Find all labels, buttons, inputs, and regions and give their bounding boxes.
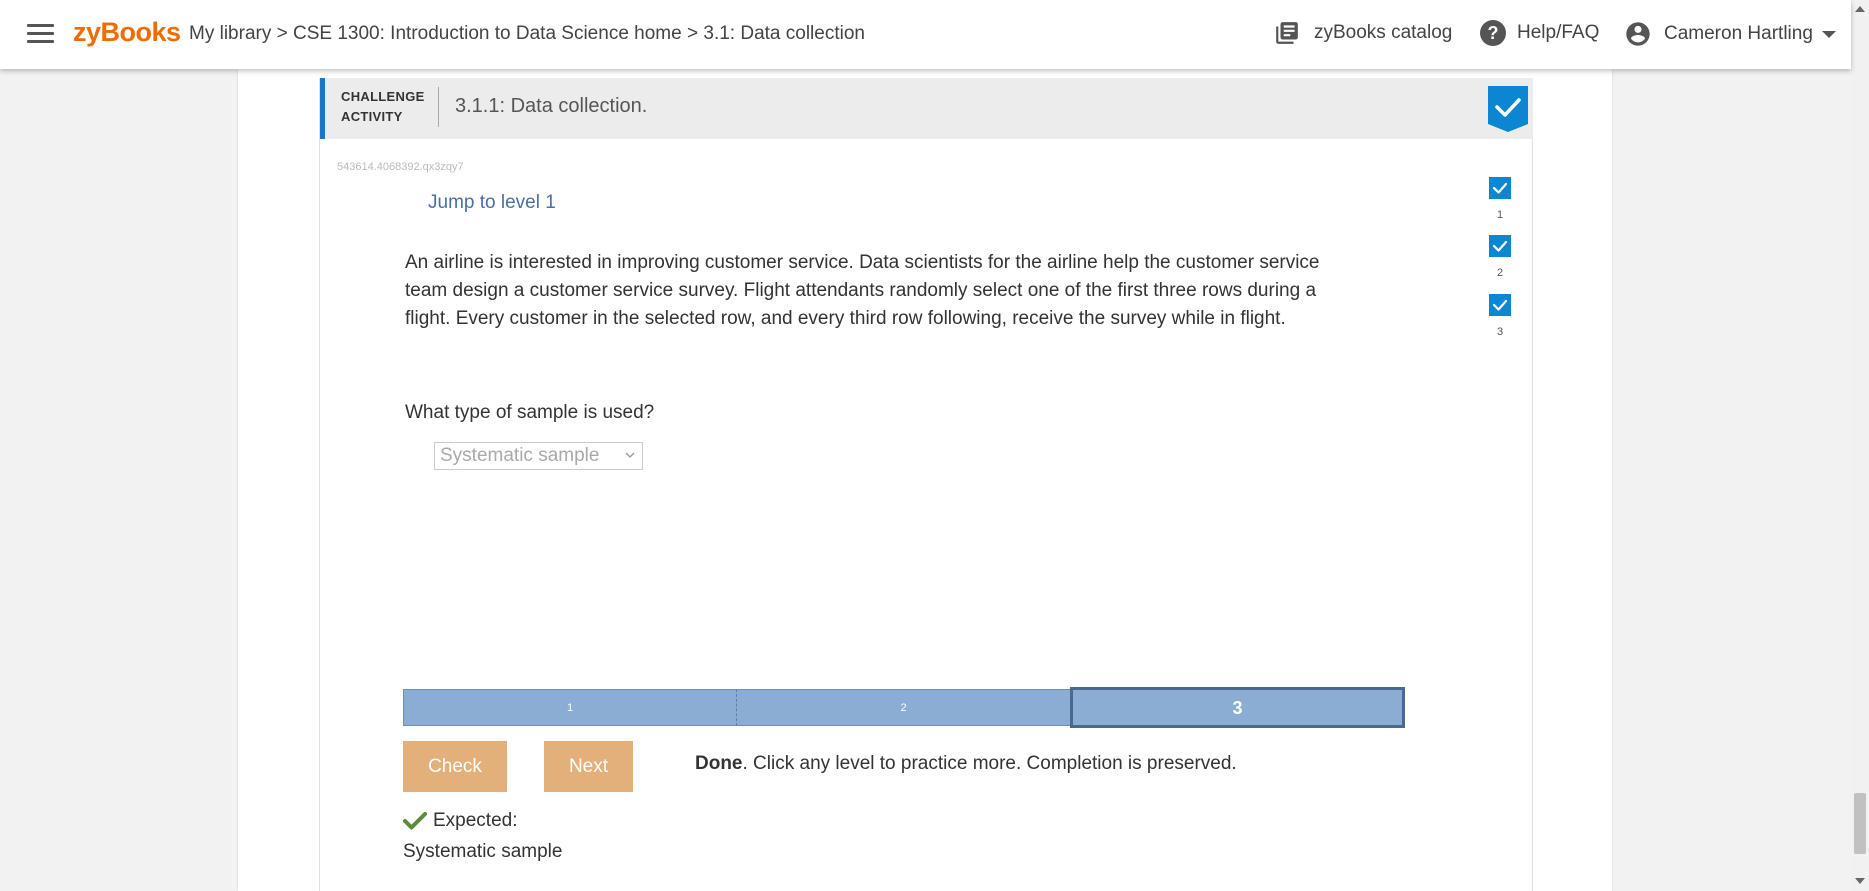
answer-dropdown[interactable]: Systematic sample bbox=[434, 442, 643, 470]
expected-answer: Systematic sample bbox=[403, 841, 563, 862]
expected-feedback: Expected: bbox=[403, 810, 518, 832]
level-indicator-2[interactable]: 2 bbox=[1488, 234, 1512, 279]
challenge-activity: CHALLENGE ACTIVITY 3.1.1: Data collectio… bbox=[319, 78, 1533, 891]
activity-title: 3.1.1: Data collection. bbox=[455, 95, 648, 117]
checkmark-icon bbox=[403, 812, 427, 830]
catalog-label: zyBooks catalog bbox=[1314, 22, 1453, 43]
answer-dropdown-value: Systematic sample bbox=[440, 445, 600, 466]
header-divider bbox=[438, 87, 439, 127]
top-bar: zyBooks My library > CSE 1300: Introduct… bbox=[0, 0, 1851, 69]
activity-header: CHALLENGE ACTIVITY 3.1.1: Data collectio… bbox=[320, 78, 1533, 139]
checkbox-checked-icon bbox=[1489, 235, 1511, 257]
user-name: Cameron Hartling bbox=[1664, 23, 1813, 44]
user-menu[interactable]: Cameron Hartling bbox=[1624, 20, 1836, 48]
activity-type-line2: ACTIVITY bbox=[341, 109, 403, 124]
page-scrollbar[interactable] bbox=[1851, 0, 1869, 891]
breadcrumb-separator: > bbox=[686, 23, 699, 44]
help-link[interactable]: ? Help/FAQ bbox=[1480, 20, 1599, 46]
breadcrumb-library[interactable]: My library bbox=[189, 23, 271, 44]
jump-to-level-link[interactable]: Jump to level 1 bbox=[428, 192, 556, 214]
catalog-link[interactable]: zyBooks catalog bbox=[1274, 20, 1452, 46]
problem-prompt: An airline is interested in improving cu… bbox=[405, 252, 1320, 329]
caret-down-icon bbox=[1821, 30, 1836, 38]
checkbox-checked-icon bbox=[1489, 177, 1511, 199]
help-label: Help/FAQ bbox=[1517, 22, 1600, 43]
progress-level-2[interactable]: 2 bbox=[737, 689, 1070, 726]
completion-message: Done. Click any level to practice more. … bbox=[695, 753, 1237, 775]
breadcrumb-course[interactable]: CSE 1300: Introduction to Data Science h… bbox=[293, 23, 682, 44]
breadcrumb-separator: > bbox=[276, 23, 288, 44]
level-number: 1 bbox=[1496, 209, 1504, 221]
chevron-down-icon bbox=[625, 452, 635, 458]
activity-code-id: 543614.4068392.qx3zqy7 bbox=[337, 161, 464, 173]
question-text: What type of sample is used? bbox=[405, 402, 655, 423]
help-icon: ? bbox=[1480, 20, 1506, 46]
activity-type-line1: CHALLENGE bbox=[341, 89, 425, 104]
menu-icon[interactable] bbox=[27, 24, 54, 44]
progress-level-3[interactable]: 3 bbox=[1070, 687, 1405, 728]
check-button[interactable]: Check bbox=[403, 741, 507, 792]
library-books-icon bbox=[1276, 22, 1298, 44]
activity-type-label: CHALLENGE ACTIVITY bbox=[341, 87, 425, 127]
completed-check-icon bbox=[1488, 86, 1528, 132]
checkbox-checked-icon bbox=[1489, 294, 1511, 316]
zybooks-logo[interactable]: zyBooks bbox=[73, 17, 181, 48]
scroll-down-arrow-icon[interactable] bbox=[1855, 878, 1865, 884]
breadcrumb: My library > CSE 1300: Introduction to D… bbox=[189, 23, 865, 45]
account-circle-icon bbox=[1626, 22, 1650, 46]
next-button[interactable]: Next bbox=[544, 741, 633, 792]
expected-label: Expected: bbox=[433, 810, 518, 831]
level-indicator-1[interactable]: 1 bbox=[1488, 176, 1512, 221]
level-number: 3 bbox=[1496, 326, 1504, 338]
scroll-thumb[interactable] bbox=[1854, 793, 1866, 854]
done-text: . Click any level to practice more. Comp… bbox=[742, 753, 1237, 774]
breadcrumb-section[interactable]: 3.1: Data collection bbox=[703, 23, 865, 44]
level-progress-bar: 1 2 3 bbox=[403, 687, 1405, 728]
level-number: 2 bbox=[1496, 267, 1504, 279]
done-label: Done bbox=[695, 753, 743, 774]
level-indicator-3[interactable]: 3 bbox=[1488, 293, 1512, 338]
scroll-up-arrow-icon[interactable] bbox=[1855, 6, 1865, 12]
progress-level-1[interactable]: 1 bbox=[403, 689, 737, 726]
